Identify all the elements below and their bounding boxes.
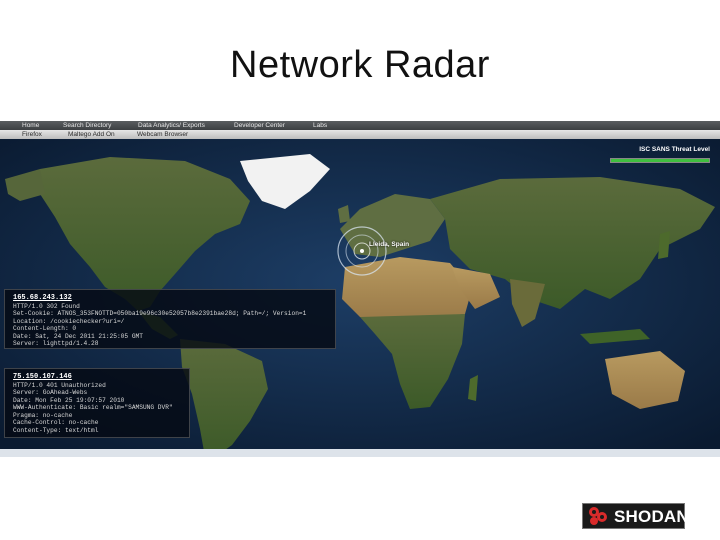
banner-line: Set-Cookie: ATNOS_353FNOTTD=050ba19e96c3… (13, 310, 307, 318)
banner-line: HTTP/1.0 401 Unauthorized (13, 381, 106, 389)
banner-line: Pragma: no-cache (13, 411, 73, 419)
subnav-maltego-add-on[interactable]: Maltego Add On (68, 130, 115, 139)
banner-panel-2: 75.150.107.146 HTTP/1.0 401 Unauthorized… (4, 368, 190, 438)
nav-labs[interactable]: Labs (313, 121, 327, 130)
landmass-antarctica (0, 449, 720, 457)
sub-navigation-bar: Firefox Maltego Add On Webcam Browser (0, 130, 720, 139)
banner-line: Content-Type: text/html (13, 427, 99, 435)
banner-line: Content-Length: 0 (13, 325, 77, 333)
threat-level-bar (610, 158, 710, 163)
banner-line: WWW-Authenticate: Basic realm="SAMSUNG D… (13, 404, 173, 412)
banner-line: Cache-Control: no-cache (13, 419, 99, 427)
subnav-webcam-browser[interactable]: Webcam Browser (137, 130, 188, 139)
slide-title: Network Radar (230, 44, 490, 86)
shodan-logo-icon (589, 507, 607, 525)
nav-developer-center[interactable]: Developer Center (234, 121, 285, 130)
banner-ip-link[interactable]: 75.150.107.146 (13, 373, 181, 382)
threat-level-label: ISC SANS Threat Level (639, 146, 710, 153)
banner-line: HTTP/1.0 302 Found (13, 302, 80, 310)
banner-line: Date: Mon Feb 25 19:07:57 2010 (13, 396, 125, 404)
banner-line: Date: Sat, 24 Dec 2011 21:25:05 GMT (13, 332, 143, 340)
nav-data-analytics-exports[interactable]: Data Analytics/ Exports (138, 121, 205, 130)
banner-line: Server: lighttpd/1.4.28 (13, 340, 99, 348)
landmass-africa-north (342, 257, 472, 319)
banner-line: Server: GoAhead-Webs (13, 389, 88, 397)
shodan-screenshot: Home Search Directory Data Analytics/ Ex… (0, 121, 720, 457)
banner-panel-1: 165.68.243.132 HTTP/1.0 302 Found Set-Co… (4, 289, 336, 349)
threat-level-widget: ISC SANS Threat Level (610, 145, 710, 163)
threat-level-fill (611, 159, 709, 162)
shodan-logo-text: SHODAN (614, 507, 689, 526)
banner-ip-link[interactable]: 165.68.243.132 (13, 294, 327, 303)
banner-line: Location: /cookiechecker?uri=/ (13, 317, 125, 325)
nav-home[interactable]: Home (22, 121, 39, 130)
subnav-firefox[interactable]: Firefox (22, 130, 42, 139)
shodan-logo: SHODAN (582, 503, 689, 529)
location-label: Lleida, Spain (369, 241, 410, 248)
nav-search-directory[interactable]: Search Directory (63, 121, 111, 130)
